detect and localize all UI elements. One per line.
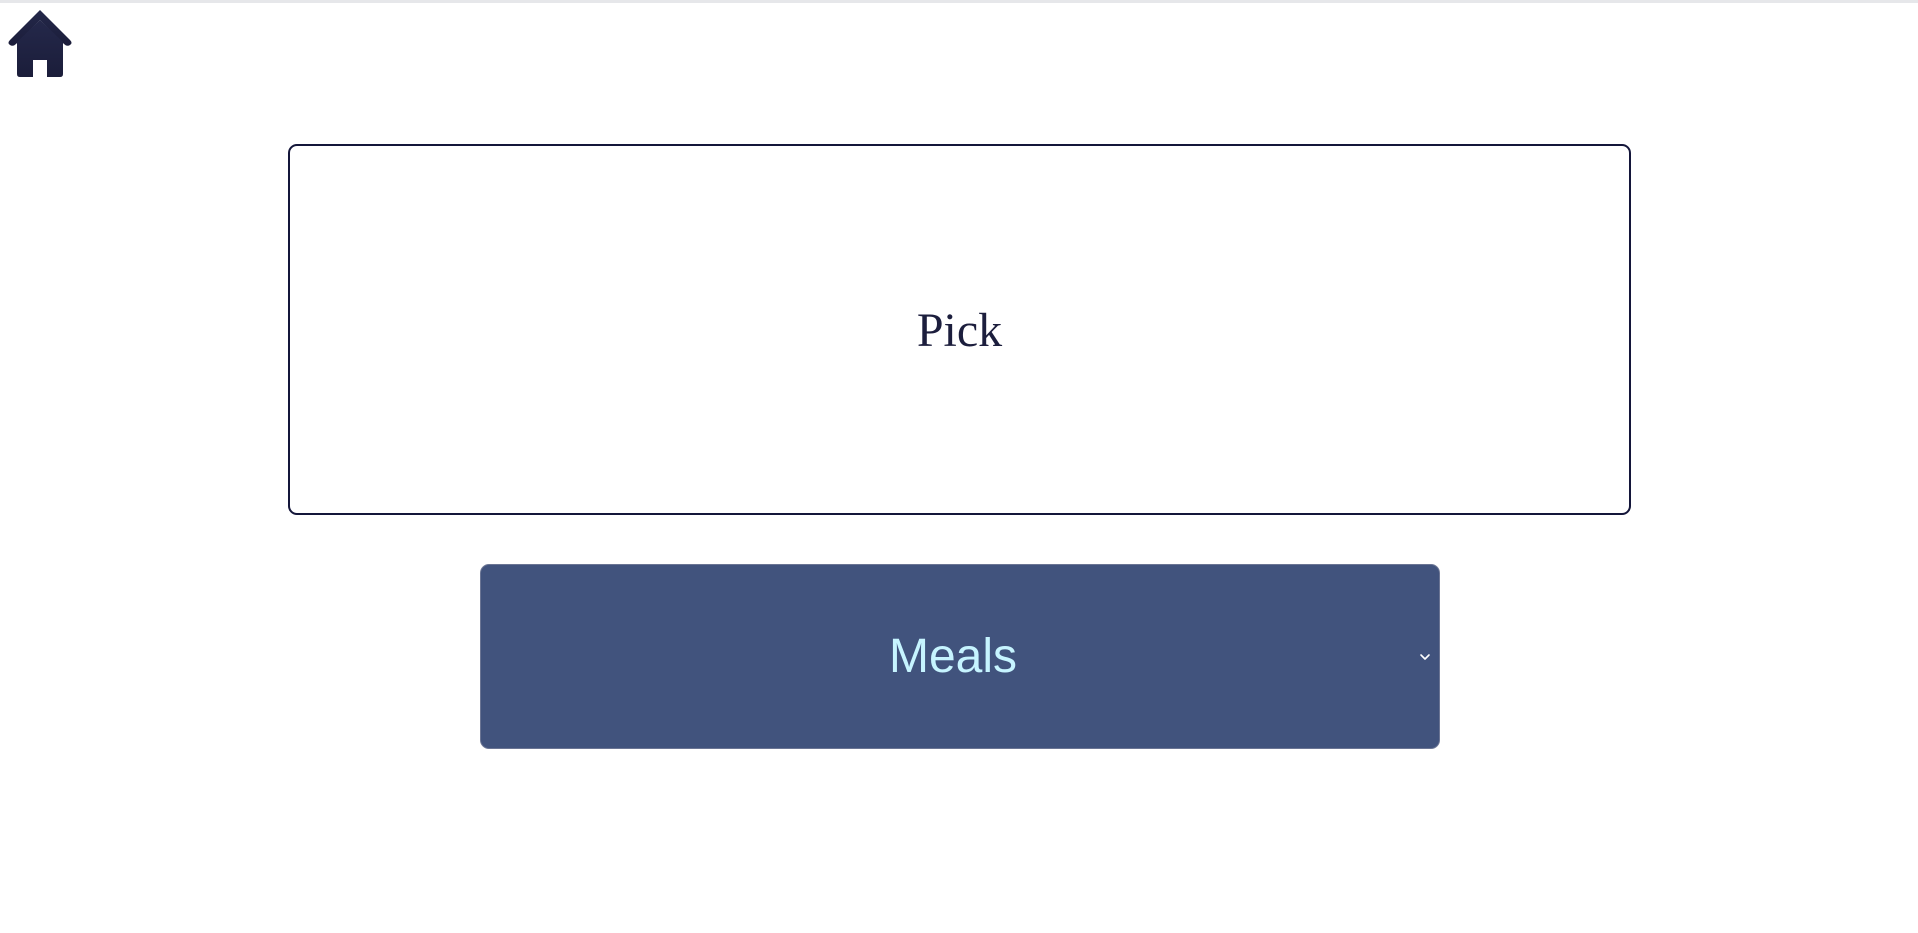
- top-divider: [0, 0, 1918, 3]
- home-button[interactable]: [6, 8, 74, 78]
- meals-selected-value: Meals: [888, 629, 1018, 683]
- pick-card: Pick: [288, 144, 1631, 515]
- meals-select[interactable]: Meals: [480, 564, 1440, 749]
- chevron-down-icon: [1419, 652, 1431, 662]
- pick-label: Pick: [916, 303, 1003, 357]
- home-icon: [8, 10, 72, 77]
